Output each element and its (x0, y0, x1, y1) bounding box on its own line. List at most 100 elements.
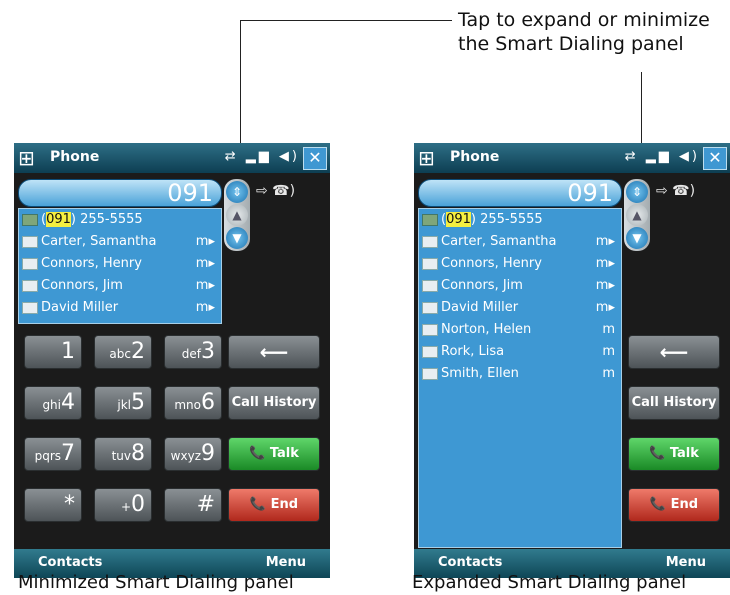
call-history-button[interactable]: Call History (228, 386, 320, 420)
call-history-button[interactable]: Call History (628, 386, 720, 420)
contact-card-icon (22, 280, 38, 292)
expand-collapse-button[interactable]: ⇕ (226, 181, 248, 203)
key-8[interactable]: tuv8 (94, 437, 152, 471)
key-hash[interactable]: # (164, 488, 222, 522)
contact-card-icon (422, 346, 438, 358)
list-item[interactable]: Connors, Henry m▸ (419, 253, 621, 275)
list-item[interactable]: (091) 255-5555 (19, 209, 221, 231)
number-type: m▸ (195, 278, 215, 293)
speaker-mode-icons[interactable]: ⇨ ☎) (256, 183, 295, 199)
close-button[interactable]: ✕ (703, 147, 727, 170)
contact-name: Connors, Jim (41, 278, 123, 293)
callout-line-2: the Smart Dialing panel (458, 33, 684, 55)
app-title: Phone (450, 149, 500, 165)
key-1[interactable]: 1 (24, 335, 82, 369)
caption-expanded: Expanded Smart Dialing panel (412, 572, 687, 593)
number-type: m (602, 366, 615, 381)
caption-minimized: Minimized Smart Dialing panel (18, 572, 294, 593)
list-item[interactable]: Connors, Henry m▸ (19, 253, 221, 275)
key-star[interactable]: * (24, 488, 82, 522)
contact-card-icon (422, 280, 438, 292)
list-item[interactable]: Carter, Samantha m▸ (19, 231, 221, 253)
menu-softkey[interactable]: Menu (666, 555, 706, 570)
contact-card-icon (22, 258, 38, 270)
list-item[interactable]: (091) 255-5555 (419, 209, 621, 231)
windows-start-icon[interactable]: ⊞ (18, 147, 42, 169)
title-bar: ⊞ Phone ⇄ ▂▆ ◀) ✕ (14, 143, 330, 173)
contact-name: Norton, Helen (441, 322, 532, 337)
scroll-down-button[interactable]: ▼ (226, 227, 248, 249)
scroll-up-button[interactable]: ▲ (626, 204, 648, 226)
speaker-mode-icons[interactable]: ⇨ ☎) (656, 183, 695, 199)
contacts-softkey[interactable]: Contacts (38, 555, 102, 570)
menu-softkey[interactable]: Menu (266, 555, 306, 570)
key-7[interactable]: pqrs7 (24, 437, 82, 471)
contact-card-icon (422, 368, 438, 380)
end-button[interactable]: 📞 End (628, 488, 720, 522)
smart-dial-scroll-control: ⇕ ▲ ▼ (224, 179, 250, 251)
list-item[interactable]: Rork, Lisa m (419, 341, 621, 363)
scroll-down-button[interactable]: ▼ (626, 227, 648, 249)
contact-card-icon (422, 236, 438, 248)
contact-card-icon (422, 302, 438, 314)
contact-name: David Miller (41, 300, 119, 315)
list-item[interactable]: Connors, Jim m▸ (19, 275, 221, 297)
key-6[interactable]: mno6 (164, 386, 222, 420)
key-4[interactable]: ghi4 (24, 386, 82, 420)
smart-dial-panel: (091) 255-5555 Carter, Samantha m▸ Conno… (18, 208, 222, 324)
list-item[interactable]: Connors, Jim m▸ (419, 275, 621, 297)
list-item[interactable]: David Miller m▸ (419, 297, 621, 319)
scroll-up-button[interactable]: ▲ (226, 204, 248, 226)
close-button[interactable]: ✕ (303, 147, 327, 170)
talk-button[interactable]: 📞 Talk (628, 437, 720, 471)
expand-collapse-button[interactable]: ⇕ (626, 181, 648, 203)
contact-name: Connors, Jim (441, 278, 523, 293)
contact-name: Carter, Samantha (441, 234, 557, 249)
dial-number-field[interactable]: 091 (18, 179, 222, 207)
contact-card-icon (422, 324, 438, 336)
status-icons[interactable]: ⇄ ▂▆ ◀) (625, 149, 700, 164)
title-bar: ⊞ Phone ⇄ ▂▆ ◀) ✕ (414, 143, 730, 173)
dial-number-field[interactable]: 091 (418, 179, 622, 207)
list-item[interactable]: Carter, Samantha m▸ (419, 231, 621, 253)
number-type: m▸ (195, 256, 215, 271)
key-9[interactable]: wxyz9 (164, 437, 222, 471)
number-type: m (602, 322, 615, 337)
match-highlight: 091 (446, 212, 471, 227)
list-item[interactable]: Norton, Helen m (419, 319, 621, 341)
person-icon (22, 214, 38, 226)
backspace-button[interactable]: ⟵ (628, 335, 720, 369)
key-3[interactable]: def3 (164, 335, 222, 369)
number-type: m▸ (595, 234, 615, 249)
windows-start-icon[interactable]: ⊞ (418, 147, 442, 169)
contact-name: Carter, Samantha (41, 234, 157, 249)
contact-card-icon (22, 302, 38, 314)
end-button[interactable]: 📞 End (228, 488, 320, 522)
contact-card-icon (422, 258, 438, 270)
app-title: Phone (50, 149, 100, 165)
key-0[interactable]: +0 (94, 488, 152, 522)
phone-minimized: ⊞ Phone ⇄ ▂▆ ◀) ✕ 091 ⇕ ▲ ▼ ⇨ ☎) (091) 2… (14, 143, 330, 578)
callout-text: Tap to expand or minimize the Smart Dial… (458, 8, 710, 56)
phone-expanded: ⊞ Phone ⇄ ▂▆ ◀) ✕ 091 ⇕ ▲ ▼ ⇨ ☎) (091) 2… (414, 143, 730, 578)
key-2[interactable]: abc2 (94, 335, 152, 369)
number-type: m▸ (595, 278, 615, 293)
status-icons[interactable]: ⇄ ▂▆ ◀) (225, 149, 300, 164)
list-item[interactable]: Smith, Ellen m (419, 363, 621, 385)
number-type: m▸ (595, 300, 615, 315)
contact-name: Connors, Henry (441, 256, 542, 271)
callout-leader-horizontal (240, 20, 452, 21)
number-type: m▸ (195, 300, 215, 315)
match-highlight: 091 (46, 212, 71, 227)
contacts-softkey[interactable]: Contacts (438, 555, 502, 570)
contact-name: Smith, Ellen (441, 366, 519, 381)
key-5[interactable]: jkl5 (94, 386, 152, 420)
contact-card-icon (22, 236, 38, 248)
number-type: m▸ (195, 234, 215, 249)
talk-button[interactable]: 📞 Talk (228, 437, 320, 471)
list-item[interactable]: David Miller m▸ (19, 297, 221, 319)
backspace-button[interactable]: ⟵ (228, 335, 320, 369)
smart-dial-scroll-control: ⇕ ▲ ▼ (624, 179, 650, 251)
callout-line-1: Tap to expand or minimize (458, 9, 710, 31)
contact-name: Connors, Henry (41, 256, 142, 271)
